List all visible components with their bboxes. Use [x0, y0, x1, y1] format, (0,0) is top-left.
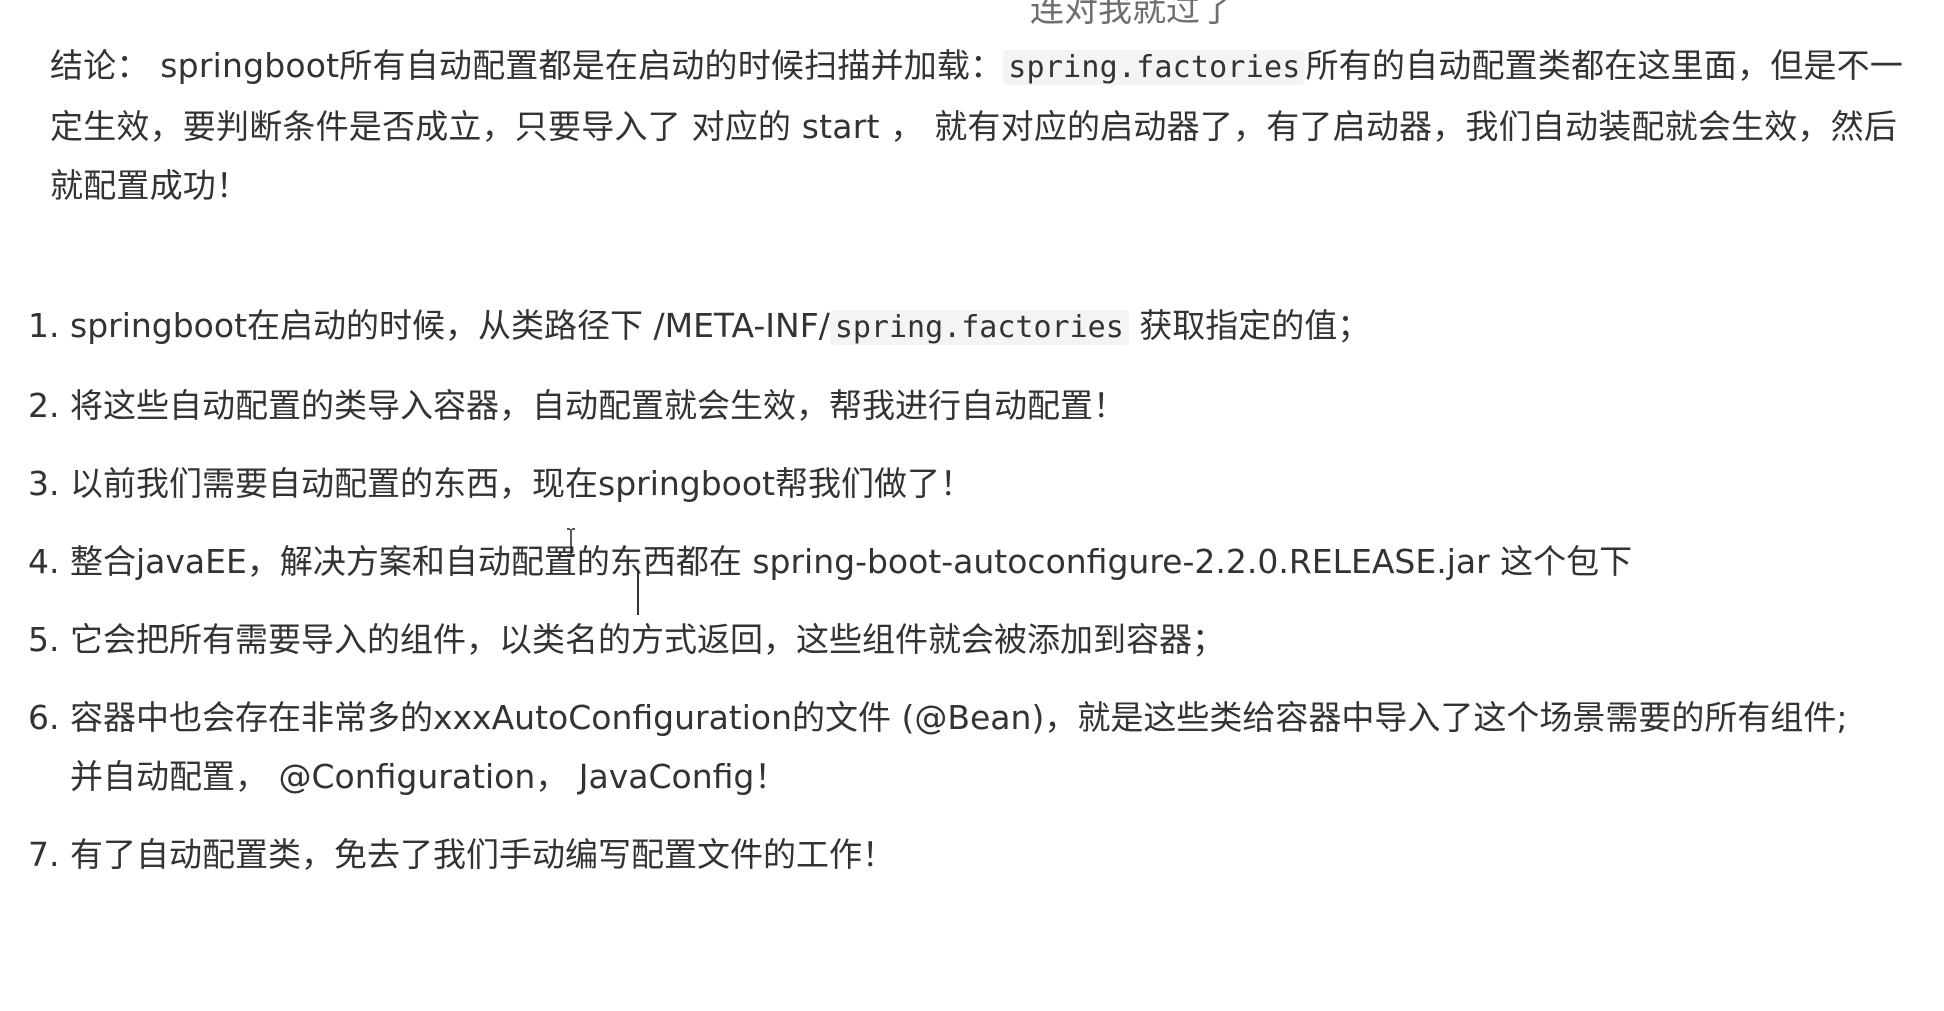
list-item: 2. 将这些自动配置的类导入容器，自动配置就会生效，帮我进行自动配置！: [28, 376, 1878, 435]
list-item-text: 将这些自动配置的类导入容器，自动配置就会生效，帮我进行自动配置！: [70, 386, 1126, 425]
list-item-text: 以前我们需要自动配置的东西，现在springboot帮我们做了！: [70, 464, 974, 503]
list-item-text: 它会把所有需要导入的组件，以类名的方式返回，这些组件就会被添加到容器；: [70, 620, 1225, 659]
list-item-number: 6.: [28, 698, 60, 737]
list-item-number: 1.: [28, 306, 60, 345]
document-body: 结论： springboot所有自动配置都是在启动的时候扫描并加载： spring…: [50, 36, 1910, 215]
list-item-text: 容器中也会存在非常多的xxxAutoConfiguration的文件 (@Bea…: [70, 698, 1848, 796]
list-item-number: 2.: [28, 386, 60, 425]
list-item-text: springboot在启动的时候，从类路径下 /META-INF/spring.…: [70, 296, 1878, 357]
list-item: 3. 以前我们需要自动配置的东西，现在springboot帮我们做了！: [28, 454, 1878, 513]
list-item: 7. 有了自动配置类，免去了我们手动编写配置文件的工作！: [28, 825, 1878, 884]
list-item: 5. 它会把所有需要导入的组件，以类名的方式返回，这些组件就会被添加到容器；: [28, 610, 1878, 669]
list-item-number: 5.: [28, 620, 60, 659]
text-caret: [637, 569, 639, 615]
conclusion-paragraph: 结论： springboot所有自动配置都是在启动的时候扫描并加载： spring…: [50, 36, 1910, 215]
list-item-number: 7.: [28, 835, 60, 874]
list-item: 1. springboot在启动的时候，从类路径下 /META-INF/spri…: [28, 296, 1878, 357]
video-subtitle: 连对我就过了: [1030, 0, 1234, 30]
list-item-text: 有了自动配置类，免去了我们手动编写配置文件的工作！: [70, 835, 895, 874]
conclusion-prefix: 结论： springboot所有自动配置都是在启动的时候扫描并加载：: [50, 46, 1004, 85]
list-item: 4. 整合javaEE，解决方案和自动配置的东西都在 spring-boot-a…: [28, 532, 1878, 591]
list-item-text-after: 获取指定的值；: [1128, 306, 1371, 345]
inline-code: spring.factories: [829, 310, 1129, 345]
conclusion-list: 1. springboot在启动的时候，从类路径下 /META-INF/spri…: [28, 296, 1878, 903]
list-item-number: 3.: [28, 464, 60, 503]
list-item: 6. 容器中也会存在非常多的xxxAutoConfiguration的文件 (@…: [28, 688, 1878, 806]
text-cursor-icon: [567, 528, 575, 556]
list-item-text-before: springboot在启动的时候，从类路径下 /META-INF/: [70, 306, 830, 345]
list-item-number: 4.: [28, 542, 60, 581]
list-item-text: 整合javaEE，解决方案和自动配置的东西都在 spring-boot-auto…: [70, 542, 1633, 581]
inline-code: spring.factories: [1003, 50, 1306, 85]
